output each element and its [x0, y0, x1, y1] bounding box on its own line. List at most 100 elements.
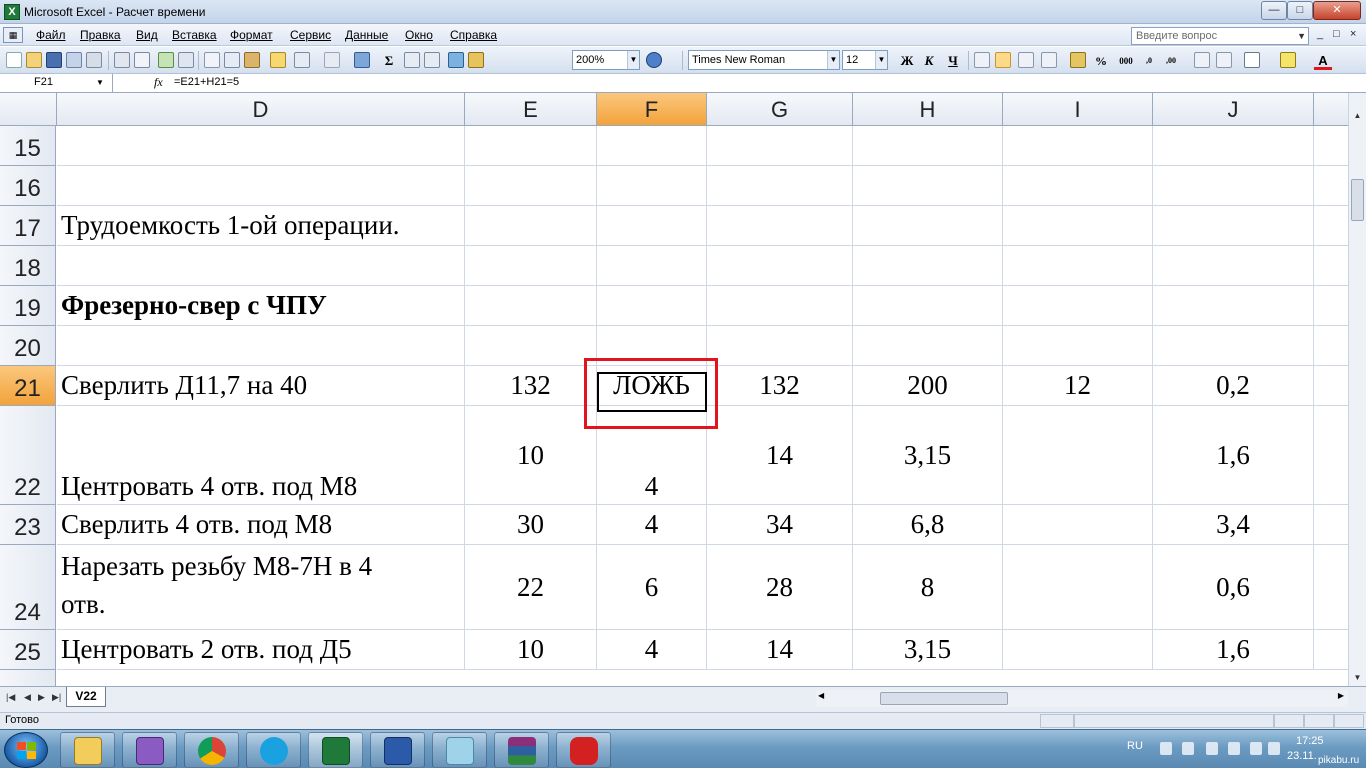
cell-H19[interactable] [853, 286, 1003, 326]
cell-H23[interactable]: 6,8 [853, 505, 1003, 545]
menu-edit[interactable]: Правка [80, 28, 121, 42]
cell-I20[interactable] [1003, 326, 1153, 366]
volume-icon[interactable] [1268, 742, 1280, 755]
cell-D19[interactable]: Фрезерно-свер с ЧПУ [57, 286, 465, 326]
percent-button[interactable]: % [1092, 52, 1110, 70]
horizontal-scrollbar[interactable]: ◀ ▶ [816, 690, 1348, 707]
scroll-right-icon[interactable]: ▶ [1338, 691, 1344, 700]
chevron-down-icon[interactable]: ▼ [1297, 28, 1306, 44]
scroll-up-icon[interactable]: ▲ [1349, 107, 1366, 124]
cell-K17[interactable] [1314, 206, 1348, 246]
drawing-icon[interactable] [468, 52, 484, 68]
cell-H18[interactable] [853, 246, 1003, 286]
cell-K24[interactable] [1314, 545, 1348, 630]
cell-E21[interactable]: 132 [465, 366, 597, 406]
cell-E18[interactable] [465, 246, 597, 286]
close-button[interactable]: ✕ [1313, 1, 1361, 20]
permission-icon[interactable] [66, 52, 82, 68]
cell-E19[interactable] [465, 286, 597, 326]
decrease-indent-icon[interactable] [1194, 52, 1210, 68]
cell-D25[interactable]: Центровать 2 отв. под Д5 [57, 630, 465, 670]
cell-K23[interactable] [1314, 505, 1348, 545]
cell-E17[interactable] [465, 206, 597, 246]
cell-E20[interactable] [465, 326, 597, 366]
thousands-button[interactable]: 000 [1114, 52, 1138, 70]
cell-H21[interactable]: 200 [853, 366, 1003, 406]
cell-D20[interactable] [57, 326, 465, 366]
cell-G23[interactable]: 34 [707, 505, 853, 545]
spelling-icon[interactable] [158, 52, 174, 68]
start-button[interactable] [4, 732, 48, 768]
ask-question-input[interactable]: Введите вопрос ▼ [1131, 27, 1309, 45]
row-header-19[interactable]: 19 [0, 286, 56, 326]
cell-G22[interactable]: 14 [707, 406, 853, 505]
cell-F24[interactable]: 6 [597, 545, 707, 630]
cell-I19[interactable] [1003, 286, 1153, 326]
cell-I24[interactable] [1003, 545, 1153, 630]
next-sheet-icon[interactable]: ▶ [38, 692, 45, 703]
cell-K25[interactable] [1314, 630, 1348, 670]
taskbar-chrome[interactable] [184, 732, 239, 768]
horizontal-scroll-thumb[interactable] [880, 692, 1008, 705]
chart-wizard-icon[interactable] [448, 52, 464, 68]
column-header-g[interactable]: G [707, 93, 853, 126]
new-document-icon[interactable] [6, 52, 22, 68]
column-header-d[interactable]: D [57, 93, 465, 126]
font-name-select[interactable]: Times New Roman ▼ [688, 50, 840, 70]
borders-icon[interactable] [1244, 52, 1260, 68]
cell-J22[interactable]: 1,6 [1153, 406, 1314, 505]
sort-ascending-icon[interactable] [404, 52, 420, 68]
font-size-select[interactable]: 12 ▼ [842, 50, 888, 70]
italic-button[interactable]: К [920, 52, 938, 70]
align-left-icon[interactable] [974, 52, 990, 68]
row-header-17[interactable]: 17 [0, 206, 56, 246]
cell-J21[interactable]: 0,2 [1153, 366, 1314, 406]
font-color-icon[interactable]: A [1314, 52, 1332, 70]
cell-I23[interactable] [1003, 505, 1153, 545]
prev-sheet-icon[interactable]: ◀ [24, 692, 31, 703]
formula-input[interactable]: =E21+H21=5 [174, 76, 239, 88]
last-sheet-icon[interactable]: ▶| [52, 692, 61, 703]
cell-H25[interactable]: 3,15 [853, 630, 1003, 670]
vertical-scroll-thumb[interactable] [1351, 179, 1364, 221]
row-header-23[interactable]: 23 [0, 505, 56, 545]
column-header-partial[interactable] [1314, 93, 1348, 126]
cell-D22[interactable]: Центровать 4 отв. под М8 [57, 406, 465, 505]
cell-D15[interactable] [57, 126, 465, 166]
bold-button[interactable]: Ж [898, 52, 916, 70]
cell-J25[interactable]: 1,6 [1153, 630, 1314, 670]
scroll-left-icon[interactable]: ◀ [818, 691, 824, 700]
cell-G19[interactable] [707, 286, 853, 326]
row-header-16[interactable]: 16 [0, 166, 56, 206]
cell-G20[interactable] [707, 326, 853, 366]
sheet-tab-v22[interactable]: V22 [66, 687, 106, 707]
document-icon[interactable]: ▦ [3, 27, 23, 43]
maximize-button[interactable]: □ [1287, 1, 1313, 20]
taskbar-explorer[interactable] [60, 732, 115, 768]
cell-F15[interactable] [597, 126, 707, 166]
cell-H16[interactable] [853, 166, 1003, 206]
row-header-21[interactable]: 21 [0, 366, 56, 406]
align-center-icon[interactable] [995, 52, 1011, 68]
taskbar-excel[interactable] [308, 732, 363, 768]
cell-D23[interactable]: Сверлить 4 отв. под М8 [57, 505, 465, 545]
cell-I18[interactable] [1003, 246, 1153, 286]
cell-K18[interactable] [1314, 246, 1348, 286]
taskbar-word[interactable] [370, 732, 425, 768]
cell-G24[interactable]: 28 [707, 545, 853, 630]
increase-decimal-button[interactable]: ,0 [1140, 52, 1158, 70]
chevron-down-icon[interactable]: ▼ [96, 74, 104, 91]
first-sheet-icon[interactable]: |◀ [6, 692, 15, 703]
cell-F18[interactable] [597, 246, 707, 286]
cell-K20[interactable] [1314, 326, 1348, 366]
cell-J19[interactable] [1153, 286, 1314, 326]
cell-F25[interactable]: 4 [597, 630, 707, 670]
column-header-e[interactable]: E [465, 93, 597, 126]
cell-I21[interactable]: 12 [1003, 366, 1153, 406]
underline-button[interactable]: Ч [944, 52, 962, 70]
cell-E25[interactable]: 10 [465, 630, 597, 670]
paste-icon[interactable] [244, 52, 260, 68]
doc-close-button[interactable]: × [1350, 28, 1356, 40]
cell-I22[interactable] [1003, 406, 1153, 505]
cell-J20[interactable] [1153, 326, 1314, 366]
